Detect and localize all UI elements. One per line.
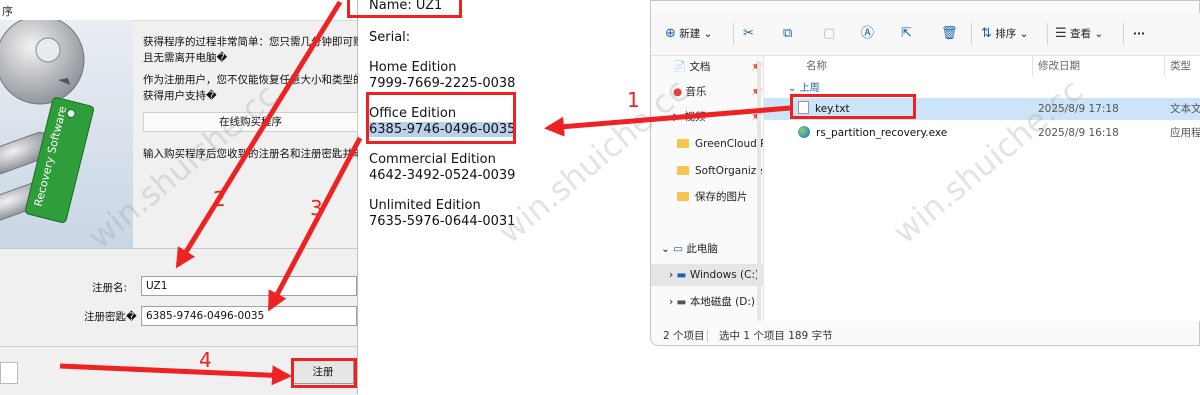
arrow-4 bbox=[59, 363, 292, 386]
arrow-1 bbox=[544, 105, 791, 137]
annotation-arrows bbox=[59, 0, 791, 386]
step-number-3: 3 bbox=[310, 196, 323, 220]
step-number-1: 1 bbox=[627, 88, 640, 112]
step-number-2: 2 bbox=[213, 187, 226, 211]
step-number-4: 4 bbox=[199, 348, 212, 372]
arrow-3 bbox=[267, 136, 363, 312]
